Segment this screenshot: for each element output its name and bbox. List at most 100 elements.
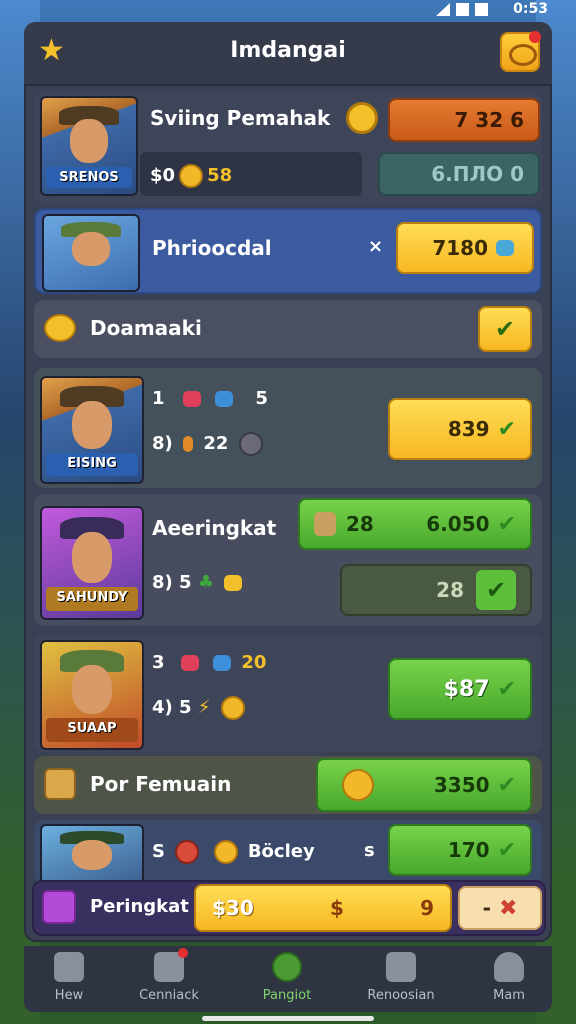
row-title-group: S Böcley	[152, 840, 315, 864]
close-icon[interactable]: ×	[368, 236, 383, 257]
player-avatar	[42, 214, 140, 292]
secondary-value-button[interactable]: 6.ПЛО 0	[378, 152, 540, 196]
claim-button[interactable]: ✔	[478, 306, 532, 352]
primary-value: $87	[443, 676, 490, 702]
avatar-face	[72, 400, 112, 449]
shield-icon	[224, 575, 243, 591]
list-item-4[interactable]: EISING 1 5 8) 22 839 ✔	[34, 368, 542, 488]
list-item-3[interactable]: Doamaaki ✔	[34, 300, 542, 358]
dice-icon	[154, 948, 188, 982]
stat-value: 22	[203, 433, 229, 454]
fire-icon	[183, 436, 194, 452]
player-avatar: SUAAP	[40, 640, 144, 750]
check-icon: ✔	[494, 315, 516, 343]
primary-value: 7 32 6	[454, 108, 524, 132]
bag-icon	[44, 768, 76, 800]
row-mark: s	[364, 840, 375, 861]
check-icon: ✔	[497, 772, 516, 798]
primary-value: 7180	[432, 236, 488, 260]
heart-icon	[182, 391, 201, 407]
coin-icon	[220, 696, 245, 720]
primary-value: 6.050	[426, 511, 490, 536]
row-title: Phrioocdal	[152, 236, 272, 260]
secondary-value-button[interactable]: 28 ✔	[340, 564, 532, 616]
dismiss-label: -	[482, 896, 491, 920]
row-title: Por Femuain	[90, 772, 232, 796]
bomb-icon	[238, 432, 263, 456]
list-item-8[interactable]: S Böcley s 170 ✔	[34, 820, 542, 892]
primary-value-button[interactable]: 3350 ✔	[316, 758, 532, 812]
tab-label: Cenniack	[139, 988, 199, 1003]
value-group: 6.050 ✔	[426, 512, 516, 537]
list-item-5[interactable]: SAHUNDY Aeeringkat 28 6.050 ✔ 8) 5 ♣ 28 ✔	[34, 494, 542, 626]
stat-line-1: 1 5	[152, 388, 268, 409]
primary-value-button[interactable]: 7 32 6	[388, 98, 540, 142]
list-item-7[interactable]: Por Femuain 3350 ✔	[34, 756, 542, 814]
row-stat: $0 58	[150, 164, 232, 188]
status-bar: 0:53	[0, 0, 576, 20]
rose-icon	[175, 840, 200, 864]
tab-dice[interactable]: Cenniack	[124, 948, 214, 1003]
row-title: Doamaaki	[90, 316, 202, 340]
tab-play[interactable]: Pangiot	[242, 952, 332, 1003]
stat-line-2: 8) 22	[152, 432, 267, 456]
list-item-6[interactable]: SUAAP 3 20 4) 5 ⚡ $87 ✔	[34, 634, 542, 752]
player-avatar: SRENOS	[40, 96, 138, 196]
group-icon	[386, 952, 416, 982]
check-icon: ✔	[497, 676, 516, 702]
avatar-face	[72, 532, 112, 583]
list-item-2[interactable]: Phrioocdal × 7180	[34, 208, 542, 294]
avatar-face	[72, 232, 110, 267]
main-panel: ★ Imdangai SRENOS Sviing Pemahak 7 32 6 …	[24, 22, 552, 942]
row-prefix: S	[152, 841, 165, 862]
dismiss-button[interactable]: - ✖	[458, 886, 542, 930]
bottom-navigation: Hew Cenniack Pangiot Renoosian Mam	[24, 946, 552, 1012]
header: ★ Imdangai	[24, 22, 552, 86]
stat-value: $0	[150, 165, 176, 186]
wifi-icon	[456, 3, 469, 16]
ball-icon	[272, 952, 302, 982]
primary-value-button[interactable]: 170 ✔	[388, 824, 532, 876]
avatar-face	[72, 840, 112, 870]
stat-value: 20	[241, 652, 267, 673]
heart-icon	[180, 655, 199, 671]
signal-icon	[436, 3, 450, 16]
notification-badge	[529, 31, 541, 43]
primary-value-button[interactable]: 7180	[396, 222, 534, 274]
ranking-strip[interactable]: Peringkat $30 $ 9 - ✖	[32, 880, 546, 936]
tab-profile[interactable]: Mam	[464, 952, 554, 1003]
ranking-mid-a: $	[329, 896, 344, 920]
primary-value: 170	[447, 838, 490, 862]
primary-value-button[interactable]: 839 ✔	[388, 398, 532, 460]
row-stat: 8) 5 ♣	[152, 572, 246, 593]
chip-group: 28	[310, 512, 374, 536]
gem-icon	[496, 240, 514, 256]
person-icon	[494, 952, 524, 982]
dice-icon	[215, 391, 234, 407]
primary-value-button[interactable]: $87 ✔	[388, 658, 532, 720]
list-item-1[interactable]: SRENOS Sviing Pemahak 7 32 6 $0 58 6.ПЛО …	[34, 92, 542, 204]
home-indicator[interactable]	[202, 1016, 374, 1021]
dice-icon	[213, 655, 232, 671]
value-group: 3350 ✔	[434, 773, 516, 798]
status-time: 0:53	[513, 1, 548, 17]
check-icon: ✔	[497, 837, 516, 863]
secondary-value: 28	[436, 578, 464, 602]
tab-label: Hew	[54, 988, 84, 1003]
ranking-value-button[interactable]: $30 $ 9	[194, 884, 452, 932]
tab-teams[interactable]: Renoosian	[356, 952, 446, 1003]
tab-label: Mam	[493, 988, 525, 1003]
chip-value: 28	[346, 512, 374, 536]
stat-line-1: 3 20	[152, 652, 266, 673]
tab-home[interactable]: Hew	[24, 952, 114, 1003]
row-title: Sviing Pemahak	[150, 106, 331, 130]
home-icon	[54, 952, 84, 982]
stat-value: 8)	[152, 433, 173, 454]
coin-stack-icon	[44, 314, 76, 342]
notification-button[interactable]	[500, 31, 541, 72]
avatar-face	[70, 119, 108, 164]
primary-value-button[interactable]: 28 6.050 ✔	[298, 498, 532, 550]
check-icon: ✔	[497, 416, 516, 442]
battery-icon	[475, 3, 488, 16]
stat-value: 1	[152, 388, 165, 409]
